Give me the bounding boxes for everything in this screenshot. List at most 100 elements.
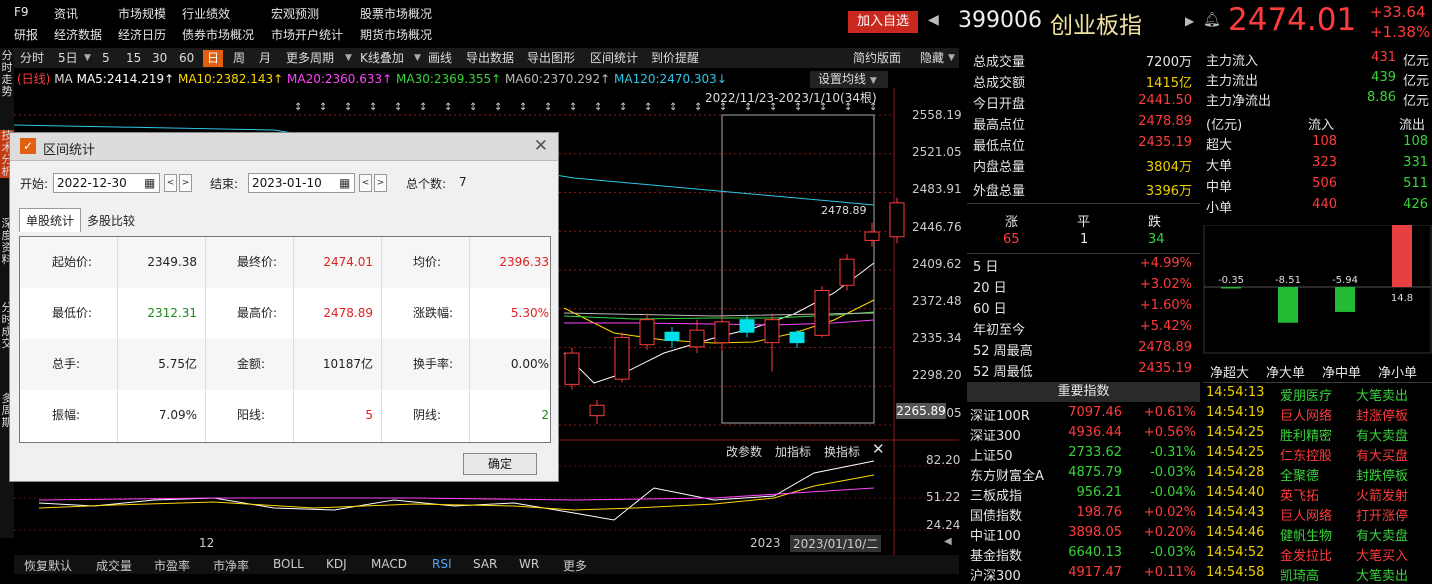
stat-value: 7.09% — [158, 408, 197, 422]
period-intraday[interactable]: 分时 — [20, 50, 44, 67]
menu-f9[interactable]: F9 — [14, 5, 29, 19]
tab-multi-stock[interactable]: 多股比较 — [81, 209, 141, 233]
modify-params-button[interactable]: 改参数 — [726, 443, 762, 460]
tick-stock[interactable]: 健帆生物 — [1280, 525, 1332, 544]
tab-wr[interactable]: WR — [519, 557, 539, 571]
index-name[interactable]: 深证100R — [970, 405, 1030, 424]
end-next-button[interactable]: > — [374, 174, 387, 192]
tick-stock[interactable]: 爱朋医疗 — [1280, 385, 1332, 404]
dialog-titlebar[interactable]: ✓ 区间统计 ✕ — [10, 133, 558, 161]
chevron-down-icon[interactable]: ▼ — [414, 50, 421, 67]
perf-value: +3.02% — [1139, 277, 1192, 292]
chevron-down-icon[interactable]: ▼ — [948, 50, 955, 67]
index-change: +0.11% — [1143, 565, 1196, 580]
start-next-button[interactable]: > — [179, 174, 192, 192]
size-label: 小单 — [1206, 201, 1233, 216]
tick-stock[interactable]: 金发拉比 — [1280, 545, 1332, 564]
simple-layout-button[interactable]: 简约版面 — [853, 50, 901, 67]
index-name[interactable]: 上证50 — [970, 445, 1013, 464]
next-arrow-icon[interactable]: ▶ — [1185, 14, 1194, 28]
period-month[interactable]: 月 — [259, 50, 271, 67]
tab-more[interactable]: 更多 — [563, 557, 587, 574]
export-chart-button[interactable]: 导出图形 — [527, 50, 575, 67]
tick-stock[interactable]: 仁东控股 — [1280, 445, 1332, 464]
tab-single-stock[interactable]: 单股统计 — [19, 208, 82, 232]
tab-macd[interactable]: MACD — [371, 557, 407, 571]
range-marker: ↕ — [369, 102, 377, 113]
tab-boll[interactable]: BOLL — [273, 557, 304, 571]
menu-futures[interactable]: 期货市场概况 — [360, 26, 432, 43]
add-indicator-button[interactable]: 加指标 — [775, 443, 811, 460]
period-60min[interactable]: 60 — [179, 50, 194, 67]
switch-indicator-button[interactable]: 换指标 — [824, 443, 860, 460]
start-prev-button[interactable]: < — [164, 174, 177, 192]
tick-stock[interactable]: 英飞拓 — [1280, 485, 1319, 504]
range-marker: ↕ — [319, 102, 327, 113]
index-name[interactable]: 三板成指 — [970, 485, 1022, 504]
chevron-down-icon[interactable]: ▼ — [345, 50, 352, 67]
period-5day[interactable]: 5日 — [58, 50, 78, 67]
tick-stock[interactable]: 巨人网络 — [1280, 505, 1332, 524]
stat-label: 总手: — [52, 357, 81, 371]
menu-econ-calendar[interactable]: 经济日历 — [118, 26, 166, 43]
index-name[interactable]: 东方财富全A — [970, 465, 1044, 484]
tab-volume[interactable]: 成交量 — [96, 557, 132, 574]
index-name[interactable]: 沪深300 — [970, 565, 1021, 584]
menu-research[interactable]: 研报 — [14, 26, 38, 43]
tick-time: 14:54:40 — [1206, 485, 1265, 500]
menu-macro[interactable]: 宏观预测 — [271, 5, 319, 22]
period-5min[interactable]: 5 — [102, 50, 110, 67]
index-name[interactable]: 国债指数 — [970, 505, 1022, 524]
alert-bell-icon[interactable]: 🔔︎ — [1203, 12, 1221, 28]
period-day[interactable]: 日 — [203, 50, 224, 67]
chevron-down-icon[interactable]: ▼ — [84, 50, 91, 67]
tab-rsi[interactable]: RSI — [432, 557, 452, 571]
index-price: 7097.46 — [1068, 405, 1122, 420]
menu-market-scale[interactable]: 市场规模 — [118, 5, 166, 22]
tick-stock[interactable]: 全聚德 — [1280, 465, 1319, 484]
price-alert-button[interactable]: 到价提醒 — [651, 50, 699, 67]
export-data-button[interactable]: 导出数据 — [466, 50, 514, 67]
index-price: 4936.44 — [1068, 425, 1122, 440]
calendar-icon[interactable]: ▦ — [339, 176, 350, 190]
prev-arrow-icon[interactable]: ◀ — [928, 12, 939, 28]
tab-restore-default[interactable]: 恢复默认 — [24, 557, 72, 574]
tick-stock[interactable]: 凯琦高 — [1280, 565, 1319, 584]
close-icon[interactable]: ✕ — [872, 440, 885, 458]
ok-button[interactable]: 确定 — [463, 453, 537, 475]
calendar-icon[interactable]: ▦ — [144, 176, 155, 190]
period-30min[interactable]: 30 — [152, 50, 167, 67]
more-periods[interactable]: 更多周期 — [286, 50, 334, 67]
tab-pe[interactable]: 市盈率 — [154, 557, 190, 574]
range-stats-button[interactable]: 区间统计 — [590, 50, 638, 67]
side-tab-intraday[interactable]: 分时走势 — [0, 50, 14, 98]
period-15min[interactable]: 15 — [126, 50, 141, 67]
tab-pb[interactable]: 市净率 — [213, 557, 249, 574]
tick-stock[interactable]: 巨人网络 — [1280, 405, 1332, 424]
index-name[interactable]: 基金指数 — [970, 545, 1022, 564]
kline-overlay[interactable]: K线叠加 — [360, 50, 404, 67]
add-favorite-button[interactable]: 加入自选 — [848, 11, 918, 33]
close-icon[interactable]: ✕ — [534, 136, 548, 156]
size-out: 331 — [1403, 155, 1428, 170]
end-prev-button[interactable]: < — [359, 174, 372, 192]
menu-accounts[interactable]: 市场开户统计 — [271, 26, 343, 43]
menu-industry[interactable]: 行业绩效 — [182, 5, 230, 22]
tab-kdj[interactable]: KDJ — [326, 557, 347, 571]
menu-news[interactable]: 资讯 — [54, 5, 78, 22]
period-week[interactable]: 周 — [233, 50, 245, 67]
menu-bond[interactable]: 债券市场概况 — [182, 26, 254, 43]
range-marker: ↕ — [694, 102, 702, 113]
tab-sar[interactable]: SAR — [473, 557, 497, 571]
hide-button[interactable]: 隐藏 — [920, 50, 944, 67]
divider — [967, 253, 1200, 254]
tick-stock[interactable]: 胜利精密 — [1280, 425, 1332, 444]
range-marker: ↕ — [494, 102, 502, 113]
index-name[interactable]: 深证300 — [970, 425, 1021, 444]
index-name[interactable]: 中证100 — [970, 525, 1021, 544]
draw-line-button[interactable]: 画线 — [428, 50, 452, 67]
scroll-left-icon[interactable]: ◀ — [944, 536, 952, 547]
menu-econ-data[interactable]: 经济数据 — [54, 26, 102, 43]
menu-stock-overview[interactable]: 股票市场概况 — [360, 5, 432, 22]
index-change: -0.04% — [1150, 485, 1196, 500]
